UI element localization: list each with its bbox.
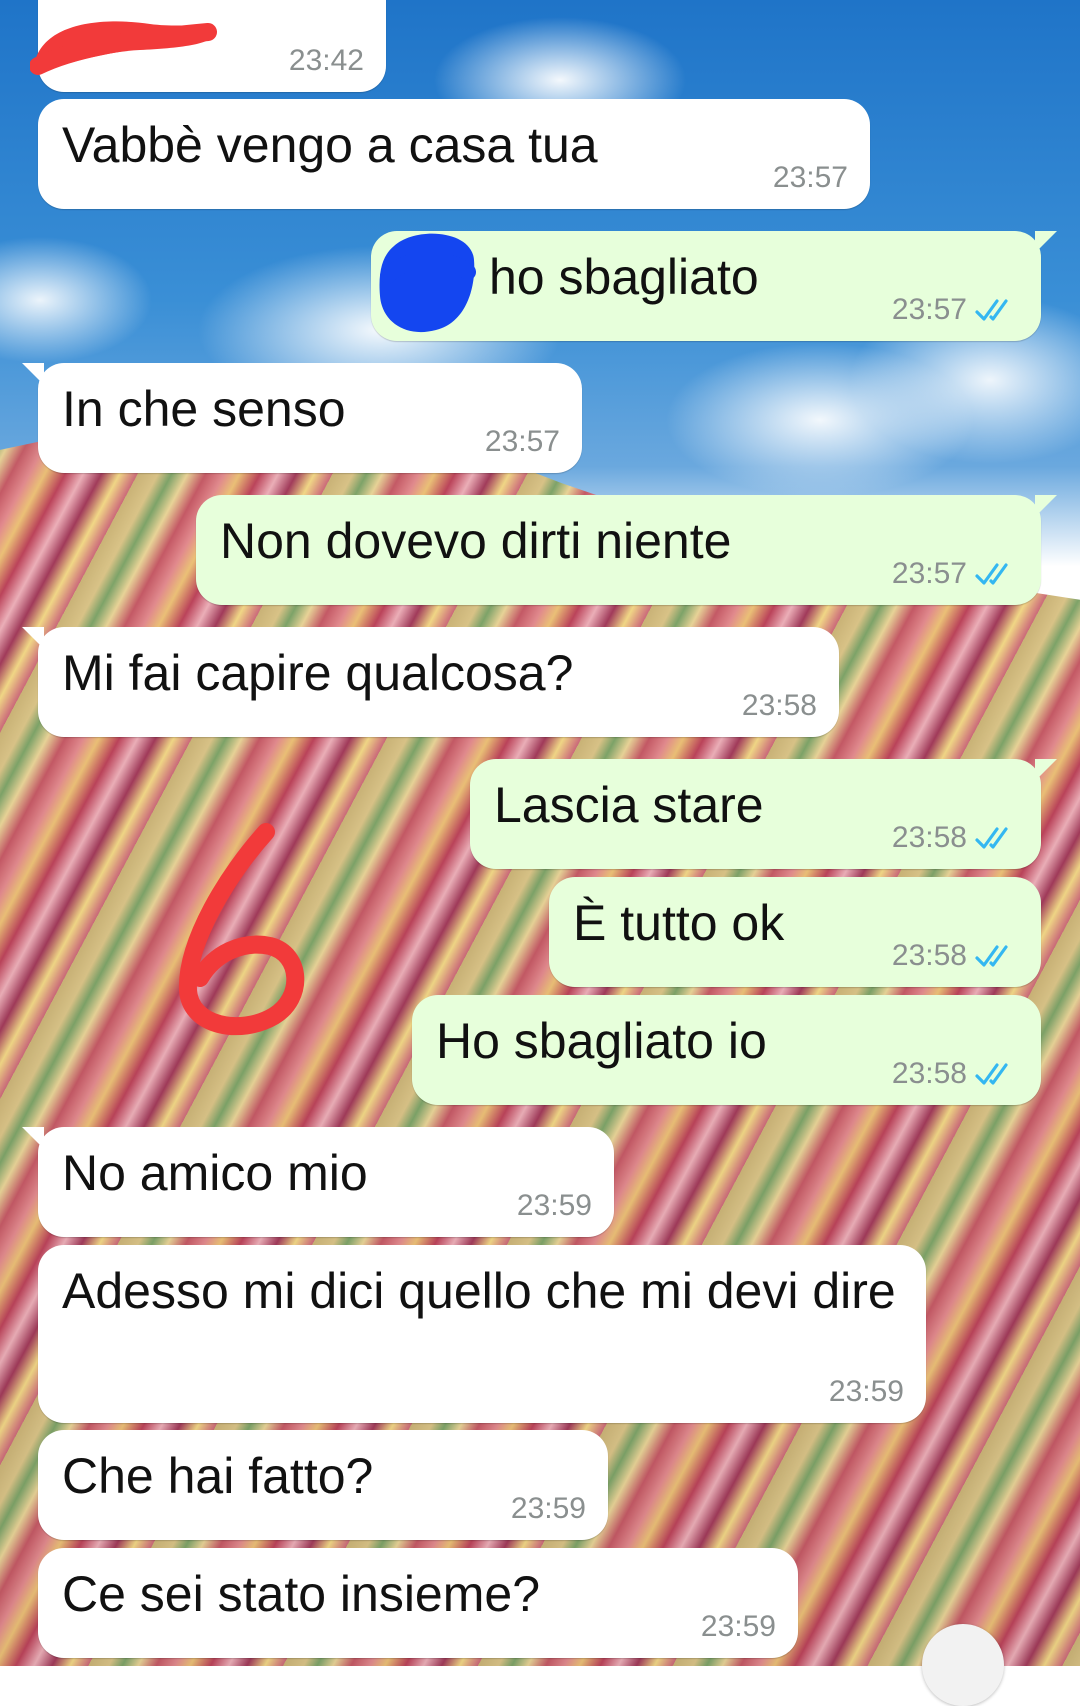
message-outgoing[interactable]: Non dovevo dirti niente 23:57: [196, 495, 1057, 605]
message-incoming[interactable]: Vabbè vengo a casa tua 23:57: [38, 99, 870, 209]
message-time: 23:59: [516, 1189, 592, 1222]
message-text: Adesso mi dici quello che mi devi dire: [62, 1263, 896, 1319]
scroll-down-button[interactable]: [922, 1624, 1004, 1706]
message-time: 23:57: [891, 557, 967, 590]
message-incoming[interactable]: Che hai fatto? 23:59: [38, 1430, 608, 1540]
message-time: 23:59: [828, 1375, 904, 1408]
message-time: 23:59: [510, 1492, 586, 1525]
message-text: Vabbè vengo a casa tua: [62, 117, 598, 173]
message-incoming[interactable]: Adesso mi dici quello che mi devi dire 2…: [38, 1245, 926, 1423]
blue-redaction-scribble: [379, 233, 476, 333]
message-text: No amico mio: [62, 1145, 368, 1201]
double-check-icon: [975, 945, 1008, 967]
message-incoming[interactable]: Mi fai capire qualcosa? 23:58: [22, 627, 839, 737]
double-check-icon: [975, 563, 1008, 585]
message-incoming[interactable]: Ce sei stato insieme? 23:59: [38, 1548, 798, 1658]
message-outgoing[interactable]: Lascia stare 23:58: [470, 759, 1057, 869]
double-check-icon: [975, 299, 1008, 321]
message-text: Mi fai capire qualcosa?: [62, 645, 574, 701]
message-time: 23:57: [772, 161, 848, 194]
message-time: 23:59: [700, 1610, 776, 1643]
message-time: 23:42: [288, 44, 364, 77]
double-check-icon: [975, 827, 1008, 849]
message-outgoing[interactable]: Ho sbagliato io 23:58: [412, 995, 1041, 1105]
red-annotation-number: 6: [170, 822, 305, 1036]
message-outgoing[interactable]: È tutto ok 23:58: [549, 877, 1041, 987]
message-time: 23:57: [484, 425, 560, 458]
message-time: 23:58: [891, 1057, 967, 1090]
message-incoming[interactable]: No amico mio 23:59: [22, 1127, 614, 1237]
message-time: 23:58: [891, 939, 967, 972]
annotation-label: 6: [170, 822, 171, 823]
message-text: Ce sei stato insieme?: [62, 1566, 541, 1622]
message-time: 23:58: [891, 821, 967, 854]
message-time: 23:57: [891, 293, 967, 326]
red-redaction-scribble: [30, 21, 217, 75]
double-check-icon: [975, 1063, 1008, 1085]
message-text: Che hai fatto?: [62, 1448, 374, 1504]
message-incoming[interactable]: In che senso 23:57: [22, 363, 582, 473]
message-time: 23:58: [741, 689, 817, 722]
